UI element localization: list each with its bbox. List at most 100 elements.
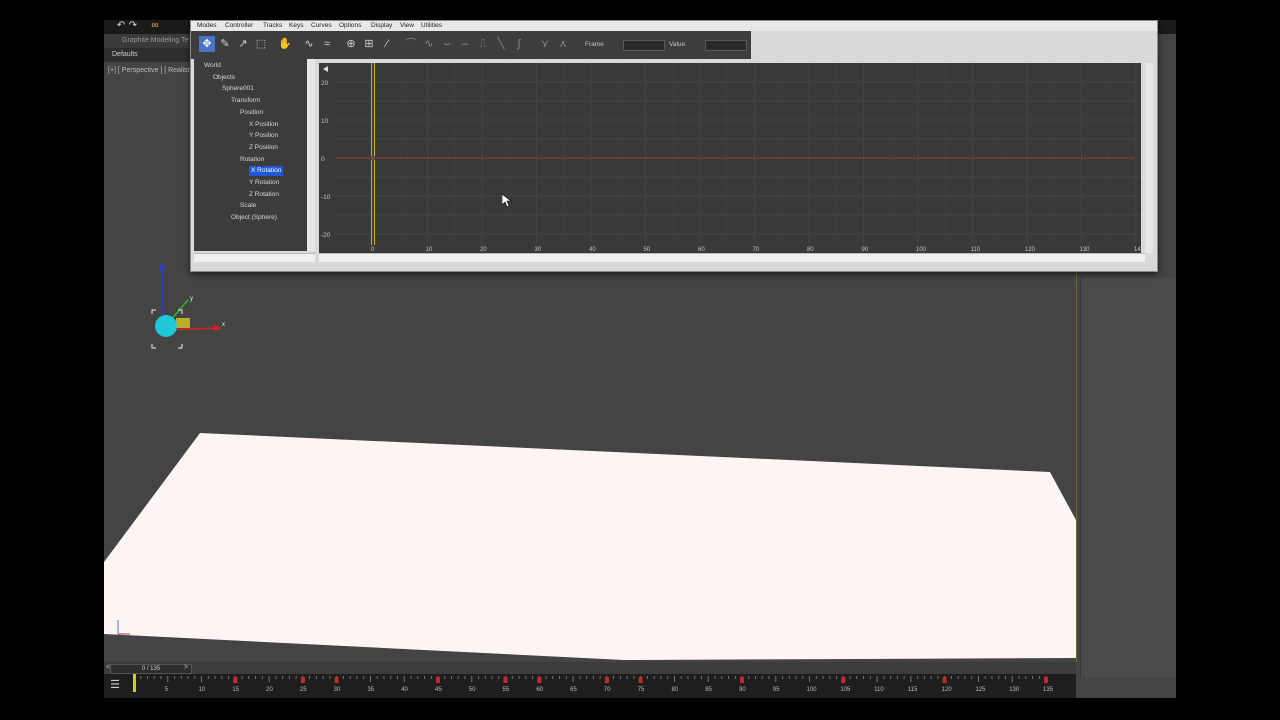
trackbar-key xyxy=(1044,677,1048,683)
graph-left-arrow-icon xyxy=(323,66,328,72)
tree-item[interactable]: Y Position xyxy=(249,131,278,141)
tree-item[interactable]: Objects xyxy=(213,73,235,83)
curve-graph[interactable]: 20 10 0 -10 -20 0 10 20 30 40 50 60 70 80 90 100 110 120 1… xyxy=(319,63,1141,253)
trackbar-label: 60 xyxy=(536,687,543,693)
menu-display[interactable]: Display xyxy=(371,21,392,31)
curve-editor-toolbar: ✥ ✎ ↗ ⬚ ✋ ∿ ≈ ⊕ ⊞ ⁄ ⌒ ∿ ⌣ ⌢ ⎍ ╲ ∫ ⋎ ⋏ Fr… xyxy=(191,31,751,59)
trackbar-label: 70 xyxy=(604,687,611,693)
trackbar-label: 135 xyxy=(1043,687,1054,693)
y-tick-label: 0 xyxy=(321,156,325,163)
pan-icon[interactable]: ✋ xyxy=(277,36,293,52)
tree-item[interactable]: X Position xyxy=(249,120,278,130)
curve-key xyxy=(371,156,375,160)
svg-text:x: x xyxy=(222,322,225,328)
trackbar-key xyxy=(334,677,339,683)
menu-curves[interactable]: Curves xyxy=(311,21,332,31)
insert-keys-icon[interactable]: ↗ xyxy=(235,36,251,52)
mouse-cursor-icon xyxy=(502,194,512,208)
isolate-curve-icon[interactable]: ⁄ xyxy=(379,36,395,52)
value-label: Value xyxy=(669,41,686,48)
command-panel[interactable] xyxy=(1080,278,1176,678)
menu-keys[interactable]: Keys xyxy=(289,21,303,31)
tree-item[interactable]: Rotation xyxy=(240,155,264,165)
trackbar[interactable]: ☰ 5 10 15 20 25 30 35 40 45 50 55 60 65 70 75 80 85 90 95 1… xyxy=(104,674,1076,698)
tree-item[interactable]: X Rotation xyxy=(249,166,284,177)
trackbar-label: 95 xyxy=(773,687,780,693)
graph-vertical-scrollbar[interactable] xyxy=(1145,63,1153,253)
tangent-slow-icon[interactable]: ⌢ xyxy=(457,36,473,52)
svg-text:y: y xyxy=(190,296,193,302)
menu-modes[interactable]: Modes xyxy=(197,21,217,31)
time-slider[interactable]: < 0 / 135 > xyxy=(104,662,1076,674)
tree-item[interactable]: Transform xyxy=(231,96,260,106)
controller-tree[interactable]: World Objects Sphere001 Transform Position X … xyxy=(194,59,307,251)
trackbar-key xyxy=(638,677,643,683)
trackbar-label: 105 xyxy=(840,687,851,693)
time-display[interactable]: 0 / 135 xyxy=(110,664,192,674)
frame-label: Frame xyxy=(585,41,604,48)
tangent-linear-icon[interactable]: ╲ xyxy=(493,36,509,52)
trackbar-key xyxy=(537,677,542,683)
trackbar-label: 15 xyxy=(232,687,239,693)
region-icon[interactable]: ⬚ xyxy=(253,36,269,52)
tree-item[interactable]: Scale xyxy=(240,201,256,211)
trackbar-label: 80 xyxy=(671,687,678,693)
tree-item[interactable]: Z Rotation xyxy=(249,190,279,200)
trackbar-label: 90 xyxy=(739,687,746,693)
move-keys-icon[interactable]: ✥ xyxy=(199,36,215,52)
tree-item[interactable]: World xyxy=(204,61,221,71)
show-tangents-icon[interactable]: ⋎ xyxy=(537,36,553,52)
trackbar-label: 85 xyxy=(705,687,712,693)
trackbar-label: 50 xyxy=(469,687,476,693)
trackbar-label: 110 xyxy=(874,687,884,693)
menu-utilities[interactable]: Utilities xyxy=(421,21,442,31)
tree-horizontal-scrollbar[interactable] xyxy=(194,253,315,262)
zoom-region-icon[interactable]: ⊞ xyxy=(361,36,377,52)
move-gizmo[interactable]: y x xyxy=(144,260,234,370)
tree-item[interactable]: Position xyxy=(240,108,263,118)
tangent-auto-icon[interactable]: ⌒ xyxy=(403,36,419,52)
trackbar-label: 130 xyxy=(1009,687,1020,693)
frame-field[interactable] xyxy=(623,40,665,51)
frame-horizontal-icon[interactable]: ∿ xyxy=(301,36,317,52)
graph-horizontal-scrollbar[interactable] xyxy=(319,253,1145,262)
frame-value-icon[interactable]: ≈ xyxy=(319,36,335,52)
menu-tracks[interactable]: Tracks xyxy=(263,21,282,31)
menu-options[interactable]: Options xyxy=(339,21,361,31)
tangent-fast-icon[interactable]: ⌣ xyxy=(439,36,455,52)
trackbar-key xyxy=(233,677,238,683)
trackbar-label: 30 xyxy=(334,687,341,693)
trackbar-time-marker xyxy=(133,674,136,692)
menu-view[interactable]: View xyxy=(400,21,414,31)
trackbar-ruler[interactable]: 5 10 15 20 25 30 35 40 45 50 55 60 65 70 75 80 85 90 95 100… xyxy=(104,674,1076,698)
lock-tangents-icon[interactable]: ⋏ xyxy=(555,36,571,52)
tree-scrollbar[interactable] xyxy=(307,59,315,251)
trackbar-key xyxy=(300,677,305,683)
trackbar-key xyxy=(942,677,947,683)
trackbar-label: 5 xyxy=(165,687,169,693)
time-next-icon[interactable]: > xyxy=(182,663,190,673)
trackbar-key xyxy=(503,677,508,683)
trackbar-label: 100 xyxy=(807,687,818,693)
trackbar-key xyxy=(841,677,846,683)
tree-item[interactable]: Y Rotation xyxy=(249,178,279,188)
y-tick-label: -10 xyxy=(321,194,331,201)
trackbar-label: 40 xyxy=(401,687,408,693)
value-field[interactable] xyxy=(705,40,747,51)
tree-item[interactable]: Object (Sphere) xyxy=(231,213,277,223)
zoom-icon[interactable]: ⊕ xyxy=(343,36,359,52)
trackbar-label: 55 xyxy=(503,687,510,693)
y-tick-label: 20 xyxy=(321,80,329,87)
tangent-smooth-icon[interactable]: ∫ xyxy=(511,36,527,52)
curve-editor-menubar: Modes Controller Tracks Keys Curves Opti… xyxy=(191,21,1157,31)
trackbar-label: 120 xyxy=(942,687,953,693)
draw-curves-icon[interactable]: ✎ xyxy=(217,36,233,52)
menu-controller[interactable]: Controller xyxy=(225,21,253,31)
tree-item[interactable]: Z Position xyxy=(249,143,278,153)
tangent-step-icon[interactable]: ⎍ xyxy=(475,36,491,52)
tangent-spline-icon[interactable]: ∿ xyxy=(421,36,437,52)
trackbar-label: 115 xyxy=(908,687,918,693)
tree-item[interactable]: Sphere001 xyxy=(222,84,254,94)
curve-editor-window[interactable]: Modes Controller Tracks Keys Curves Opti… xyxy=(190,20,1158,272)
trackbar-key xyxy=(604,677,609,683)
